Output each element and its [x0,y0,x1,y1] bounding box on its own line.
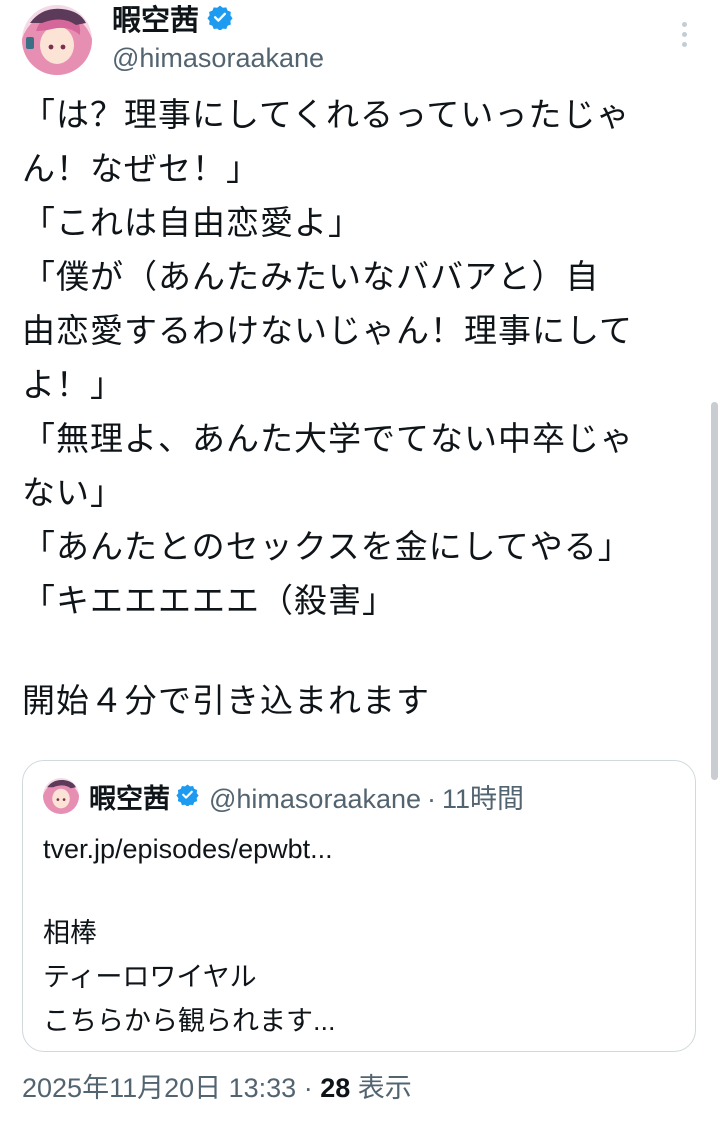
tweet-text: 「は？理事にしてくれるっていったじゃ ん！なぜセ！」 「これは自由恋愛よ」 「僕… [22,88,682,728]
quoted-line: こちらから観られます... [43,1006,336,1036]
views-label: 表示 [357,1073,412,1103]
quoted-tweet-time: 11時間 [442,783,525,814]
more-vertical-icon[interactable] [672,18,696,50]
quoted-tweet-text: tver.jp/episodes/epwbt... 相棒 ティーロワイヤル こち… [43,827,673,1043]
verified-badge-icon [176,783,199,810]
quoted-line: ティーロワイヤル [43,962,257,992]
quoted-link[interactable]: tver.jp/episodes/epwbt... [43,827,673,871]
author-avatar[interactable] [22,5,92,75]
tweet-line: 開始４分で引き込まれます [22,681,430,720]
tweet-line: 「僕が（あんたみたいなババアと）自 [22,257,600,296]
tweet-line: 「無理よ、あんた大学でてない中卒じゃ [22,419,634,458]
tweet-meta-row: 2025年11月20日 13:33 · 28 表示 [22,1068,412,1108]
tweet-line: 「これは自由恋愛よ」 [22,203,362,242]
verified-badge-icon [207,0,233,40]
tweet-line: ない」 [22,473,124,512]
tweet-line: 「キエエエエエ（殺害」 [22,581,396,620]
tweet-line: 由恋愛するわけないじゃん！理事にして [22,311,634,350]
tweet-line: 「あんたとのセックスを金にしてやる」 [22,527,632,566]
quoted-line: 相棒 [43,918,97,948]
quoted-tweet-card[interactable]: 暇空茜 @himasoraakane · 11時間 tver.jp/episodes… [22,760,696,1052]
author-handle[interactable]: @himasoraakane [112,40,324,76]
quoted-tweet-meta: @himasoraakane · 11時間 [209,777,524,816]
tweet-timestamp[interactable]: 2025年11月20日 13:33 [22,1073,296,1103]
author-display-name[interactable]: 暇空茜 [112,0,199,40]
author-display-name-row[interactable]: 暇空茜 [112,0,233,40]
tweet-line: 「は？理事にしてくれるっていったじゃ [22,95,631,134]
quoted-author-avatar [43,778,79,814]
tweet-line: よ！」 [22,365,124,404]
tweet-line: ん！なぜセ！」 [22,149,260,188]
meta-separator: · [303,1073,313,1103]
scrollbar-thumb[interactable] [711,402,718,780]
meta-separator: · [427,783,437,814]
quoted-author-handle: @himasoraakane [209,783,422,814]
quoted-author-display-name: 暇空茜 [89,783,170,815]
views-count: 28 [320,1073,351,1103]
quoted-tweet-header: 暇空茜 @himasoraakane · 11時間 [43,775,524,817]
quoted-line-blank [43,871,673,911]
